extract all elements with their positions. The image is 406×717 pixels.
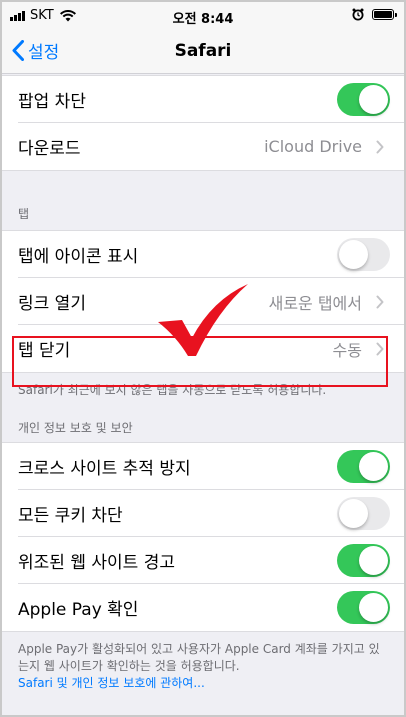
- row-label: Apple Pay 확인: [18, 600, 139, 620]
- row-label: 위조된 웹 사이트 경고: [18, 553, 175, 573]
- group-general: 팝업 차단 다운로드 iCloud Drive: [2, 75, 404, 171]
- row-label: 탭에 아이콘 표시: [18, 247, 139, 267]
- alarm-icon: [352, 8, 364, 21]
- row-fraud-warning: 위조된 웹 사이트 경고: [2, 537, 404, 584]
- row-value: 새로운 탭에서: [268, 293, 362, 313]
- privacy-about-link[interactable]: Safari 및 개인 정보 보호에 관하여...: [18, 675, 388, 692]
- toggle-apple-pay-check[interactable]: [337, 591, 390, 624]
- row-label: 팝업 차단: [18, 92, 86, 112]
- battery-icon: [372, 9, 397, 20]
- navigation-bar: 설정 Safari: [2, 32, 404, 74]
- screen-frame: SKT 오전 8:44 설정 Safari 팝업 차단 다운로드 iCloud …: [0, 0, 406, 717]
- status-right: [352, 8, 397, 21]
- page-title: Safari: [174, 41, 232, 61]
- status-bar: SKT 오전 8:44: [2, 2, 404, 32]
- status-time: 오전 8:44: [172, 12, 234, 27]
- row-block-cookies: 모든 쿠키 차단: [2, 490, 404, 537]
- group-privacy: 크로스 사이트 추적 방지 모든 쿠키 차단 위조된 웹 사이트 경고 Appl…: [2, 442, 404, 632]
- settings-content: 팝업 차단 다운로드 iCloud Drive 탭 탭에 아이콘 표시 링크 열…: [2, 75, 404, 702]
- row-value: 수동: [332, 340, 362, 360]
- row-downloads[interactable]: 다운로드 iCloud Drive: [2, 123, 404, 170]
- tabs-footer: Safari가 최근에 보지 않은 탭을 자동으로 닫도록 허용합니다.: [18, 383, 327, 397]
- chevron-right-icon: [370, 295, 390, 309]
- row-apple-pay-check: Apple Pay 확인: [2, 584, 404, 631]
- row-label: 다운로드: [18, 139, 81, 159]
- chevron-right-icon: [370, 140, 390, 154]
- row-label: 크로스 사이트 추적 방지: [18, 459, 191, 479]
- chevron-right-icon: [370, 342, 390, 356]
- section-header-tabs: 탭: [18, 207, 30, 221]
- row-popup-block: 팝업 차단: [2, 76, 404, 123]
- toggle-tab-icons[interactable]: [337, 238, 390, 271]
- row-tab-icons: 탭에 아이콘 표시: [2, 231, 404, 278]
- toggle-cross-site-tracking[interactable]: [337, 450, 390, 483]
- row-value: iCloud Drive: [264, 137, 362, 156]
- privacy-footer-text: Apple Pay가 활성화되어 있고 사용자가 Apple Card 계좌를 …: [18, 642, 380, 673]
- section-header-privacy: 개인 정보 보호 및 보안: [18, 421, 133, 435]
- toggle-block-cookies[interactable]: [337, 497, 390, 530]
- row-label: 모든 쿠키 차단: [18, 506, 123, 526]
- checkmark-annotation-icon: [158, 284, 248, 356]
- toggle-fraud-warning[interactable]: [337, 544, 390, 577]
- privacy-footer: Apple Pay가 활성화되어 있고 사용자가 Apple Card 계좌를 …: [2, 632, 404, 702]
- row-cross-site-tracking: 크로스 사이트 추적 방지: [2, 443, 404, 490]
- toggle-popup-block[interactable]: [337, 83, 390, 116]
